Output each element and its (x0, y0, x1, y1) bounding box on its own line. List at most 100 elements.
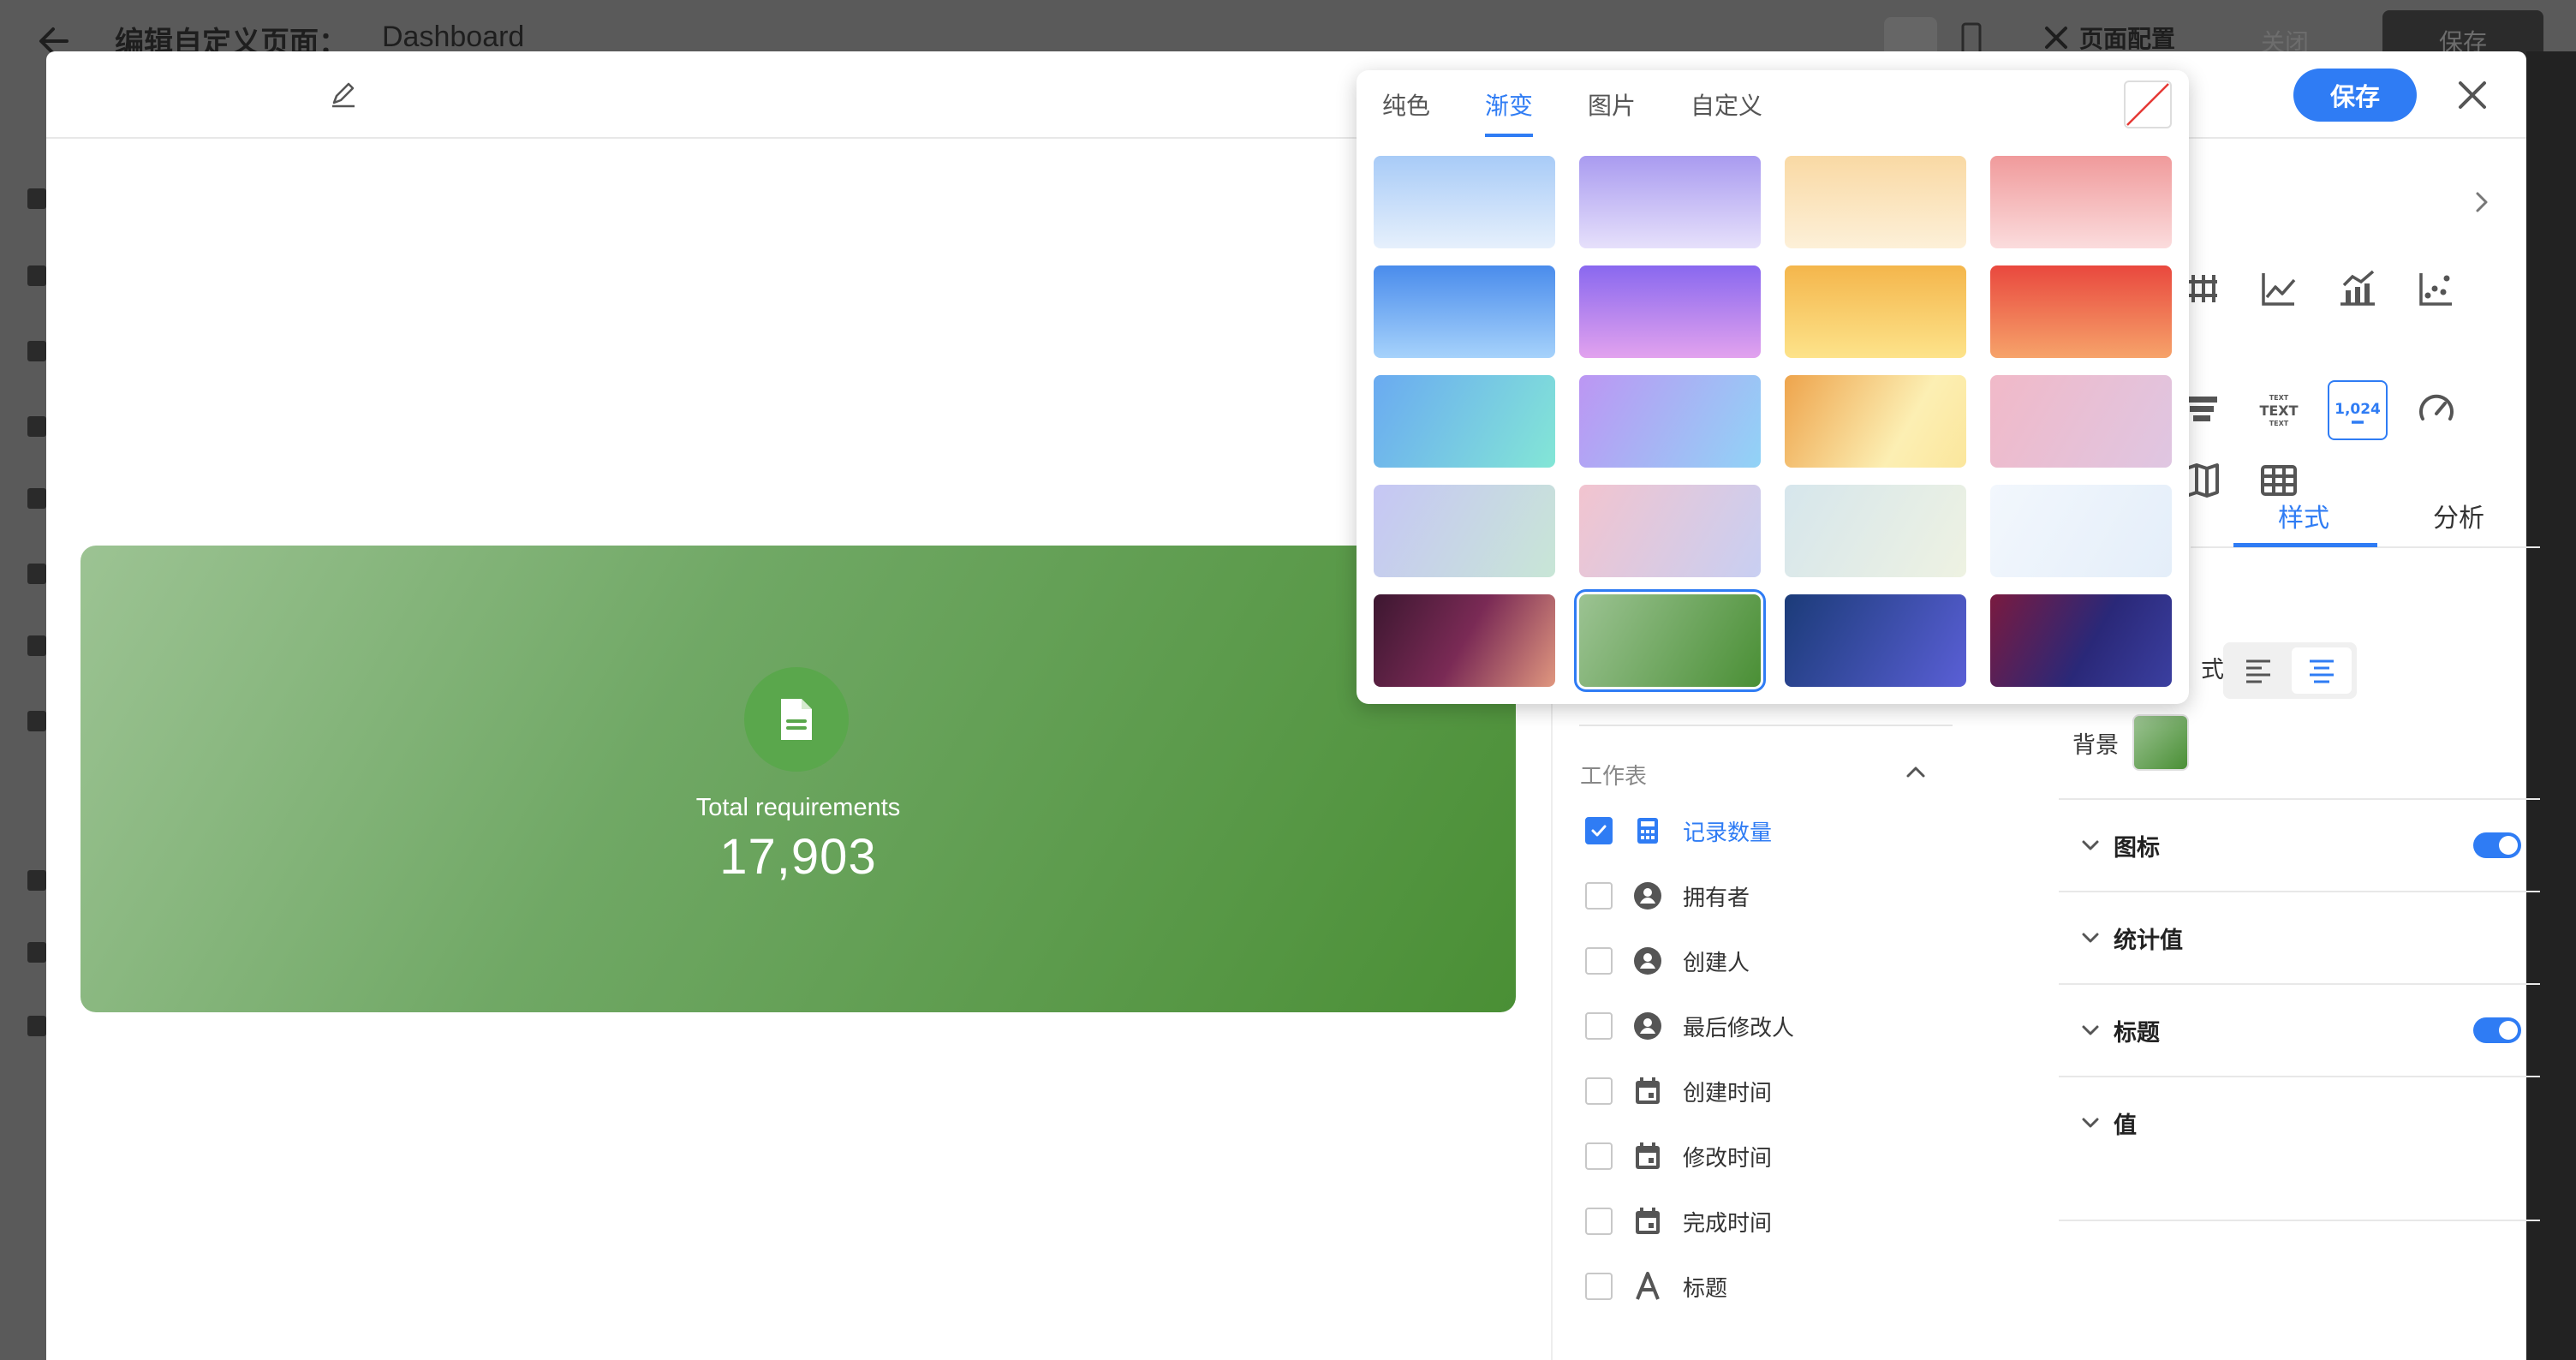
card-value: 17,903 (719, 829, 877, 885)
field-item[interactable]: 完成时间 (1585, 1199, 1772, 1244)
chevron-up-icon[interactable] (1901, 757, 1930, 786)
color-picker-popup: 纯色 渐变 图片 自定义 (1357, 70, 2189, 704)
sidebar-icon[interactable] (27, 635, 46, 656)
page-config-label: 页面配置 (2079, 26, 2176, 52)
text-chart-icon[interactable]: TEXT TEXT TEXT (2249, 380, 2309, 440)
sidebar-icon[interactable] (27, 341, 46, 361)
tab-custom[interactable]: 自定义 (1690, 87, 1762, 122)
gauge-chart-icon[interactable] (2406, 380, 2466, 440)
gradient-swatch[interactable] (1579, 485, 1761, 577)
no-color-swatch[interactable] (2124, 81, 2172, 128)
scatter-chart-icon[interactable] (2406, 259, 2466, 319)
gradient-swatch[interactable] (1785, 156, 1966, 248)
tab-image[interactable]: 图片 (1588, 87, 1636, 122)
checkbox[interactable] (1585, 947, 1613, 975)
sidebar-icon[interactable] (27, 870, 46, 891)
gradient-swatch[interactable] (1990, 485, 2172, 577)
section-stat[interactable]: 统计值 (2059, 891, 2540, 983)
align-left-icon[interactable] (2228, 647, 2288, 694)
field-label: 创建人 (1683, 949, 1750, 975)
sidebar-icon[interactable] (27, 711, 46, 731)
gradient-swatch[interactable] (1374, 485, 1555, 577)
checkbox[interactable] (1585, 1142, 1613, 1170)
chevron-down-icon (2082, 1118, 2099, 1128)
tab-gradient[interactable]: 渐变 (1485, 87, 1533, 122)
gradient-swatch[interactable] (1579, 375, 1761, 468)
field-item[interactable]: 拥有者 (1585, 874, 1750, 918)
edit-name-icon[interactable] (329, 81, 358, 110)
tab-style[interactable]: 样式 (2230, 497, 2377, 534)
title-toggle[interactable] (2473, 1017, 2521, 1043)
svg-text:TEXT: TEXT (2269, 394, 2289, 402)
field-item[interactable]: 标题 (1585, 1264, 1727, 1309)
icon-toggle[interactable] (2473, 832, 2521, 858)
gradient-swatch[interactable] (1785, 485, 1966, 577)
chevron-down-icon (2082, 933, 2099, 943)
section-title[interactable]: 标题 (2059, 983, 2540, 1076)
background-label: 背景 (2072, 732, 2119, 758)
sidebar-icon[interactable] (27, 564, 46, 584)
page-config-button[interactable]: 页面配置 (2042, 21, 2175, 55)
gradient-swatch[interactable] (1374, 156, 1555, 248)
chevron-down-icon (2082, 840, 2099, 850)
gradient-swatch[interactable] (1785, 594, 1966, 687)
gradient-swatch[interactable] (1374, 265, 1555, 358)
sidebar-icon[interactable] (27, 942, 46, 963)
field-item[interactable]: 创建人 (1585, 939, 1750, 983)
tab-solid[interactable]: 纯色 (1382, 87, 1430, 122)
field-item[interactable]: 创建时间 (1585, 1069, 1772, 1113)
chevron-right-icon[interactable] (2466, 187, 2497, 218)
close-icon[interactable] (2451, 74, 2494, 116)
gradient-swatch[interactable] (1374, 594, 1555, 687)
align-center-icon[interactable] (2292, 647, 2352, 694)
number-chart-preview[interactable]: Total requirements 17,903 (80, 546, 1516, 1012)
tab-analysis[interactable]: 分析 (2377, 497, 2540, 534)
sidebar-icon[interactable] (27, 188, 46, 209)
field-item[interactable]: 最后修改人 (1585, 1004, 1794, 1048)
gradient-swatch[interactable] (1374, 375, 1555, 468)
gradient-swatch[interactable] (1990, 594, 2172, 687)
gradient-swatch[interactable] (1785, 265, 1966, 358)
gradient-swatch[interactable] (1579, 156, 1761, 248)
page-name[interactable]: Dashboard (382, 21, 524, 54)
checkbox[interactable] (1585, 1208, 1613, 1235)
section-icon[interactable]: 图标 (2059, 798, 2540, 891)
checkbox[interactable] (1585, 1012, 1613, 1040)
field-label: 完成时间 (1683, 1209, 1773, 1236)
style-label: 式 (2201, 657, 2224, 683)
section-label: 标题 (2114, 1019, 2160, 1046)
checkbox[interactable] (1585, 1077, 1613, 1105)
gradient-swatch[interactable] (1990, 375, 2172, 468)
sidebar-icon[interactable] (27, 416, 46, 437)
field-label: 记录数量 (1683, 819, 1773, 845)
gradient-swatch[interactable] (1785, 375, 1966, 468)
save-button[interactable]: 保存 (2293, 69, 2417, 122)
line-chart-icon[interactable] (2249, 259, 2309, 319)
field-item[interactable]: 记录数量 (1585, 808, 1772, 853)
calculator-icon (1631, 814, 1664, 847)
sidebar-icon[interactable] (27, 265, 46, 286)
svg-text:1,024: 1,024 (2334, 401, 2381, 418)
checkbox[interactable] (1585, 1273, 1613, 1300)
sidebar-icon[interactable] (27, 1016, 46, 1036)
sidebar-icon[interactable] (27, 488, 46, 509)
svg-text:TEXT: TEXT (2259, 403, 2298, 419)
combo-chart-icon[interactable] (2328, 259, 2388, 319)
section-divider (2059, 1220, 2540, 1221)
svg-text:TEXT: TEXT (2269, 420, 2289, 427)
gradient-swatch-selected[interactable] (1574, 589, 1766, 692)
calendar-icon (1631, 1205, 1664, 1238)
field-item[interactable]: 修改时间 (1585, 1134, 1772, 1178)
checkbox-checked[interactable] (1585, 817, 1613, 844)
numeric-chart-icon[interactable]: 1,024 (2328, 380, 2388, 440)
gradient-swatch[interactable] (1990, 156, 2172, 248)
person-icon (1631, 1010, 1664, 1042)
background-color-swatch[interactable] (2132, 714, 2189, 771)
person-icon (1631, 945, 1664, 977)
gradient-swatch[interactable] (1579, 265, 1761, 358)
calendar-icon (1631, 1075, 1664, 1107)
gradient-swatch[interactable] (1990, 265, 2172, 358)
checkbox[interactable] (1585, 882, 1613, 910)
section-value[interactable]: 值 (2059, 1076, 2540, 1168)
calendar-icon (1631, 1140, 1664, 1172)
